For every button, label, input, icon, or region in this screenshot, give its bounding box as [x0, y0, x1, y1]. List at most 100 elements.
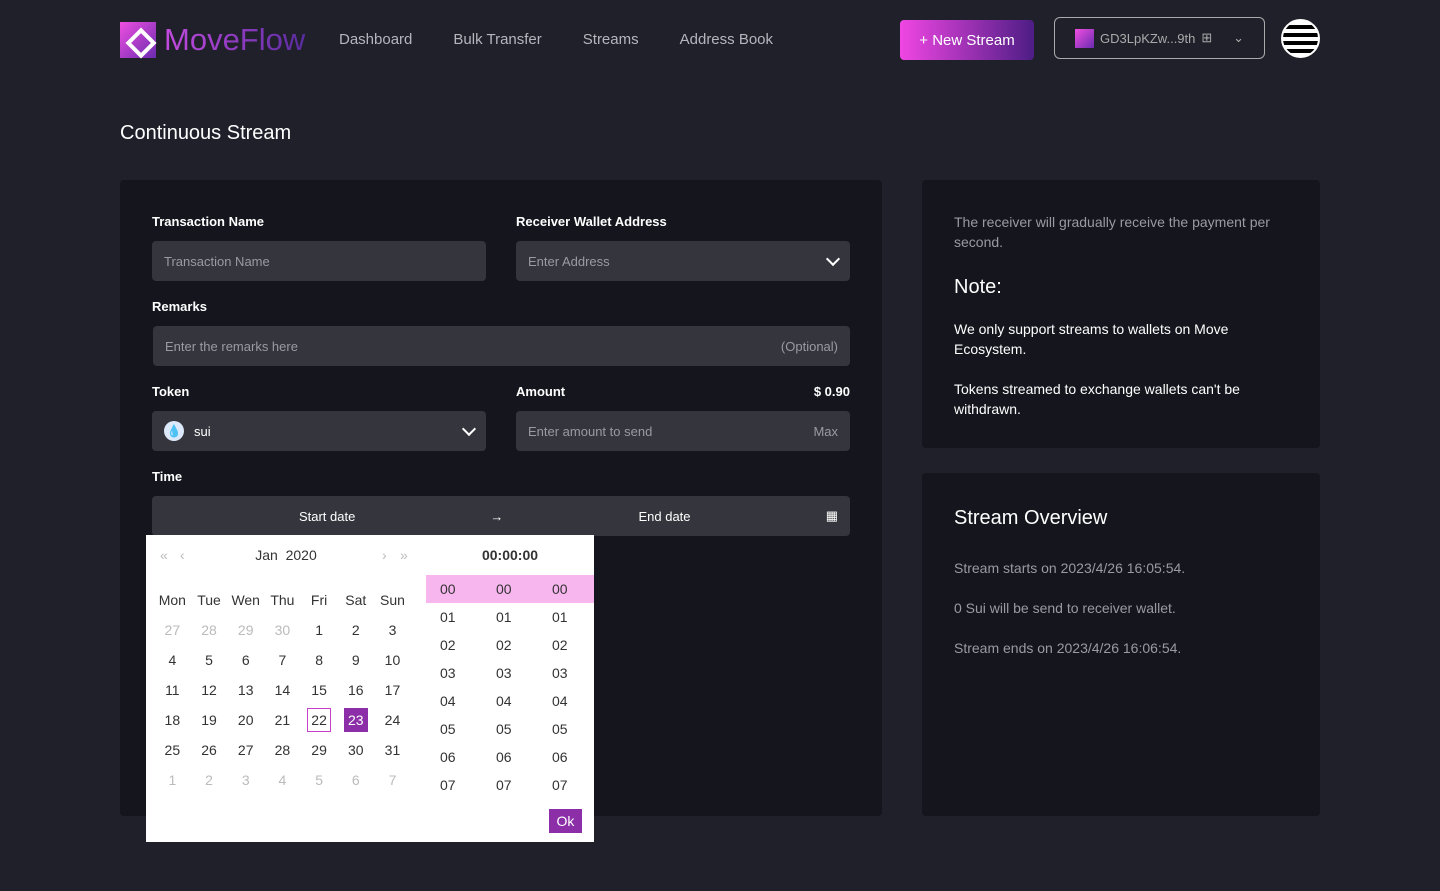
second-option[interactable]: 07: [538, 777, 594, 793]
calendar-day[interactable]: 16: [344, 678, 368, 702]
next-month-icon[interactable]: ›: [382, 547, 387, 563]
calendar-grid: Mon Tue Wen Thu Fri Sat Sun 27 28 29 30 1 2 3 4 5 6 7 8 9 10…: [154, 585, 411, 795]
minute-option[interactable]: 05: [482, 721, 538, 737]
hour-option[interactable]: 03: [426, 665, 482, 681]
calendar-day[interactable]: 27: [234, 738, 258, 762]
nav-streams[interactable]: Streams: [583, 31, 639, 48]
hour-option[interactable]: 07: [426, 777, 482, 793]
calendar-day[interactable]: 31: [380, 738, 404, 762]
hour-option[interactable]: 02: [426, 637, 482, 653]
logo[interactable]: MoveFlow: [120, 22, 305, 58]
remarks-label: Remarks: [152, 299, 207, 314]
chevron-down-icon: ⌄: [1233, 30, 1244, 45]
calendar-day[interactable]: 9: [344, 648, 368, 672]
calendar-day[interactable]: 14: [270, 678, 294, 702]
calendar-day[interactable]: 30: [270, 618, 294, 642]
copy-icon[interactable]: ⊞: [1201, 30, 1212, 46]
overview-start: Stream starts on 2023/4/26 16:05:54.: [954, 560, 1186, 576]
calendar-day[interactable]: 2: [197, 768, 221, 792]
next-year-icon[interactable]: »: [400, 547, 408, 563]
time-row: 04 04 04: [426, 687, 594, 715]
time-row: 05 05 05: [426, 715, 594, 743]
transaction-name-input[interactable]: Transaction Name: [152, 241, 486, 281]
wallet-address: GD3LpKZw...9th: [1100, 30, 1196, 46]
calendar-day[interactable]: 30: [344, 738, 368, 762]
calendar-day[interactable]: 12: [197, 678, 221, 702]
arrow-icon: →: [490, 508, 504, 524]
hour-option[interactable]: 01: [426, 609, 482, 625]
time-row: 00 00 00: [426, 575, 594, 603]
max-button[interactable]: Max: [813, 424, 838, 439]
calendar-day[interactable]: 21: [270, 708, 294, 732]
calendar-day[interactable]: 19: [197, 708, 221, 732]
calendar-day[interactable]: 13: [234, 678, 258, 702]
wallet-selector[interactable]: GD3LpKZw...9th ⊞ ⌄: [1054, 17, 1265, 59]
calendar-day[interactable]: 25: [160, 738, 184, 762]
calendar-icon[interactable]: ▦: [826, 508, 838, 524]
avatar[interactable]: [1281, 19, 1320, 58]
calendar-day[interactable]: 4: [270, 768, 294, 792]
calendar-day[interactable]: 6: [344, 768, 368, 792]
second-option[interactable]: 01: [538, 609, 594, 625]
calendar-day[interactable]: 29: [307, 738, 331, 762]
calendar-day[interactable]: 3: [380, 618, 404, 642]
second-option[interactable]: 04: [538, 693, 594, 709]
nav-bulk-transfer[interactable]: Bulk Transfer: [453, 31, 541, 48]
calendar-day[interactable]: 23: [343, 708, 368, 732]
second-option[interactable]: 03: [538, 665, 594, 681]
calendar-day[interactable]: 18: [160, 708, 184, 732]
calendar-day[interactable]: 28: [270, 738, 294, 762]
ok-button[interactable]: Ok: [549, 809, 582, 833]
overview-title: Stream Overview: [954, 507, 1108, 529]
calendar-day[interactable]: 3: [234, 768, 258, 792]
token-select[interactable]: 💧 sui: [152, 411, 486, 451]
calendar-day[interactable]: 17: [380, 678, 404, 702]
minute-option[interactable]: 03: [482, 665, 538, 681]
date-picker-popup: « ‹ Jan 2020 › » Mon Tue Wen Thu Fri Sat Sun 27…: [146, 535, 594, 842]
new-stream-button[interactable]: + New Stream: [900, 20, 1034, 60]
second-option[interactable]: 05: [538, 721, 594, 737]
minute-option[interactable]: 07: [482, 777, 538, 793]
nav-dashboard[interactable]: Dashboard: [339, 31, 412, 48]
hour-option[interactable]: 06: [426, 749, 482, 765]
minute-option[interactable]: 04: [482, 693, 538, 709]
calendar-day[interactable]: 4: [160, 648, 184, 672]
calendar-day[interactable]: 8: [307, 648, 331, 672]
calendar-day[interactable]: 24: [380, 708, 404, 732]
minute-option[interactable]: 06: [482, 749, 538, 765]
calendar-day[interactable]: 22: [307, 708, 332, 732]
calendar-day[interactable]: 15: [307, 678, 331, 702]
calendar-day[interactable]: 28: [197, 618, 221, 642]
calendar-day[interactable]: 5: [307, 768, 331, 792]
calendar-day[interactable]: 7: [270, 648, 294, 672]
hour-option[interactable]: 05: [426, 721, 482, 737]
minute-option[interactable]: 02: [482, 637, 538, 653]
calendar-day[interactable]: 11: [160, 678, 184, 702]
second-option[interactable]: 00: [538, 581, 594, 597]
calendar-day[interactable]: 10: [380, 648, 404, 672]
hour-option[interactable]: 04: [426, 693, 482, 709]
calendar-day[interactable]: 20: [234, 708, 258, 732]
calendar-day[interactable]: 2: [344, 618, 368, 642]
remarks-input[interactable]: Enter the remarks here (Optional): [153, 326, 850, 366]
calendar-day[interactable]: 1: [160, 768, 184, 792]
calendar-day[interactable]: 6: [234, 648, 258, 672]
date-range-picker[interactable]: Start date → End date ▦: [152, 496, 850, 536]
calendar-day[interactable]: 26: [197, 738, 221, 762]
calendar-day[interactable]: 5: [197, 648, 221, 672]
calendar-day[interactable]: 7: [380, 768, 404, 792]
page-title: Continuous Stream: [120, 122, 292, 144]
minute-option[interactable]: 01: [482, 609, 538, 625]
minute-option[interactable]: 00: [482, 581, 538, 597]
calendar-day[interactable]: 1: [307, 618, 331, 642]
calendar-day[interactable]: 27: [160, 618, 184, 642]
calendar-day[interactable]: 29: [234, 618, 258, 642]
hour-option[interactable]: 00: [426, 581, 482, 597]
start-date[interactable]: Start date: [164, 509, 490, 524]
second-option[interactable]: 02: [538, 637, 594, 653]
second-option[interactable]: 06: [538, 749, 594, 765]
end-date[interactable]: End date: [503, 509, 825, 524]
receiver-address-select[interactable]: Enter Address: [516, 241, 850, 281]
nav-address-book[interactable]: Address Book: [680, 31, 773, 48]
amount-input[interactable]: Enter amount to send Max: [516, 411, 850, 451]
